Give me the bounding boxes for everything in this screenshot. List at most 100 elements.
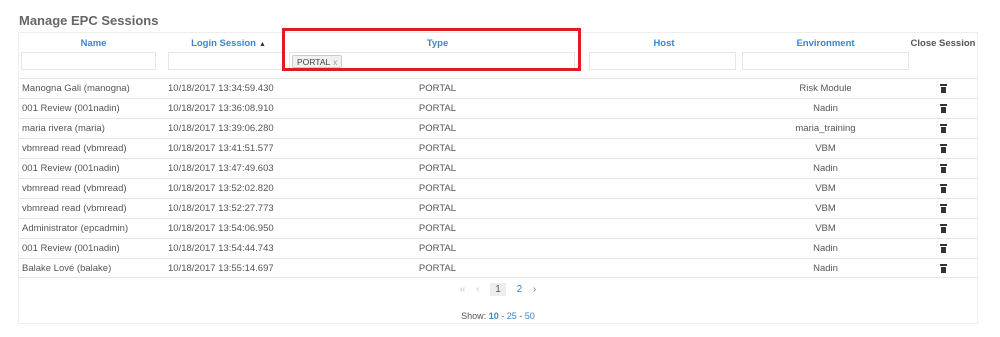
cell-environment: Nadin	[813, 243, 838, 254]
table-row: Balake Lové (balake) 10/18/2017 13:55:14…	[19, 258, 977, 278]
cell-environment: VBM	[815, 223, 836, 234]
close-session-cell	[909, 239, 977, 258]
cell-type: PORTAL	[418, 163, 457, 174]
page-size-separator: -	[519, 311, 523, 321]
column-header-login-session[interactable]: Login Session ▲	[168, 38, 289, 49]
table-row: 001 Review (001nadin) 10/18/2017 13:54:4…	[19, 238, 977, 258]
cell-login-session: 10/18/2017 13:55:14.697	[168, 263, 274, 274]
cell-environment: VBM	[815, 143, 836, 154]
trash-icon[interactable]	[939, 83, 947, 93]
close-session-cell	[909, 139, 977, 158]
cell-name: vbmread read (vbmread)	[22, 203, 127, 214]
trash-icon[interactable]	[939, 103, 947, 113]
cell-name: 001 Review (001nadin)	[22, 163, 120, 174]
trash-icon[interactable]	[939, 203, 947, 213]
table-row: vbmread read (vbmread) 10/18/2017 13:52:…	[19, 198, 977, 218]
trash-icon[interactable]	[939, 243, 947, 253]
column-header-login-session-label: Login Session	[191, 38, 256, 49]
cell-environment: VBM	[815, 183, 836, 194]
page-size-separator: -	[501, 311, 505, 321]
cell-environment: VBM	[815, 203, 836, 214]
cell-login-session: 10/18/2017 13:54:44.743	[168, 243, 274, 254]
trash-icon[interactable]	[939, 143, 947, 153]
tag-remove-icon[interactable]: x	[333, 58, 337, 67]
trash-icon[interactable]	[939, 123, 947, 133]
trash-icon[interactable]	[939, 163, 947, 173]
column-header-type[interactable]: Type	[289, 38, 586, 49]
cell-type: PORTAL	[418, 223, 457, 234]
pagination: « ‹ 1 2 ›	[19, 283, 977, 296]
cell-login-session: 10/18/2017 13:34:59.430	[168, 83, 274, 94]
trash-icon[interactable]	[939, 183, 947, 193]
cell-login-session: 10/18/2017 13:54:06.950	[168, 223, 274, 234]
close-session-cell	[909, 79, 977, 98]
table-row: 001 Review (001nadin) 10/18/2017 13:47:4…	[19, 158, 977, 178]
cell-type: PORTAL	[418, 143, 457, 154]
table-row: Administrator (epcadmin) 10/18/2017 13:5…	[19, 218, 977, 238]
cell-environment: Risk Module	[799, 83, 852, 94]
page-size-selector: Show: 10 - 25 - 50	[19, 311, 977, 321]
table-row: vbmread read (vbmread) 10/18/2017 13:41:…	[19, 138, 977, 158]
column-header-close-session-label: Close Session	[910, 38, 976, 49]
sort-ascending-icon[interactable]: ▲	[259, 41, 266, 48]
cell-type: PORTAL	[418, 243, 457, 254]
close-session-cell	[909, 119, 977, 138]
cell-name: maria rivera (maria)	[22, 123, 105, 134]
close-session-cell	[909, 99, 977, 118]
login-session-filter-input[interactable]	[168, 52, 284, 70]
cell-type: PORTAL	[418, 203, 457, 214]
prev-page-button[interactable]: ‹	[476, 284, 479, 295]
close-session-cell	[909, 179, 977, 198]
column-header-host-label: Host	[653, 38, 675, 49]
trash-icon[interactable]	[939, 263, 947, 273]
cell-type: PORTAL	[418, 83, 457, 94]
column-header-host[interactable]: Host	[586, 38, 742, 49]
cell-name: vbmread read (vbmread)	[22, 183, 127, 194]
column-header-close-session: Close Session	[909, 38, 977, 49]
cell-environment: Nadin	[813, 263, 838, 274]
cell-name: vbmread read (vbmread)	[22, 143, 127, 154]
page-size-label: Show:	[461, 311, 487, 321]
first-page-button[interactable]: «	[460, 284, 466, 295]
cell-name: 001 Review (001nadin)	[22, 103, 120, 114]
column-header-type-label: Type	[426, 38, 449, 49]
type-filter-tag: PORTAL x	[292, 55, 343, 68]
type-filter-input[interactable]: PORTAL x	[289, 52, 575, 70]
page-1-button[interactable]: 1	[490, 283, 506, 296]
close-session-cell	[909, 259, 977, 278]
environment-filter-input[interactable]	[742, 52, 909, 70]
table-row: 001 Review (001nadin) 10/18/2017 13:36:0…	[19, 98, 977, 118]
page-title: Manage EPC Sessions	[19, 13, 159, 28]
column-header-name[interactable]: Name	[19, 38, 168, 49]
cell-name: Balake Lové (balake)	[22, 263, 112, 274]
name-filter-input[interactable]	[21, 52, 156, 70]
cell-type: PORTAL	[418, 123, 457, 134]
page-size-25[interactable]: 25	[507, 311, 517, 321]
cell-type: PORTAL	[418, 183, 457, 194]
type-filter-tag-label: PORTAL	[297, 57, 331, 67]
column-header-environment[interactable]: Environment	[742, 38, 909, 49]
cell-login-session: 10/18/2017 13:52:02.820	[168, 183, 274, 194]
cell-name: 001 Review (001nadin)	[22, 243, 120, 254]
close-session-cell	[909, 219, 977, 238]
cell-environment: Nadin	[813, 103, 838, 114]
close-session-cell	[909, 199, 977, 218]
cell-name: Administrator (epcadmin)	[22, 223, 129, 234]
table-row: vbmread read (vbmread) 10/18/2017 13:52:…	[19, 178, 977, 198]
table-row: Manogna Gali (manogna) 10/18/2017 13:34:…	[19, 78, 977, 98]
cell-login-session: 10/18/2017 13:52:27.773	[168, 203, 274, 214]
sessions-grid: Name Login Session ▲ Type Host Environmen…	[18, 32, 978, 324]
cell-login-session: 10/18/2017 13:41:51.577	[168, 143, 274, 154]
page-2-button[interactable]: 2	[517, 284, 523, 295]
column-header-environment-label: Environment	[796, 38, 855, 49]
host-filter-input[interactable]	[589, 52, 736, 70]
trash-icon[interactable]	[939, 223, 947, 233]
cell-login-session: 10/18/2017 13:39:06.280	[168, 123, 274, 134]
cell-name: Manogna Gali (manogna)	[22, 83, 130, 94]
page-size-50[interactable]: 50	[525, 311, 535, 321]
cell-environment: maria_training	[795, 123, 856, 134]
cell-login-session: 10/18/2017 13:36:08.910	[168, 103, 274, 114]
page-size-10[interactable]: 10	[489, 311, 499, 321]
next-page-button[interactable]: ›	[533, 284, 536, 295]
table-row: maria rivera (maria) 10/18/2017 13:39:06…	[19, 118, 977, 138]
